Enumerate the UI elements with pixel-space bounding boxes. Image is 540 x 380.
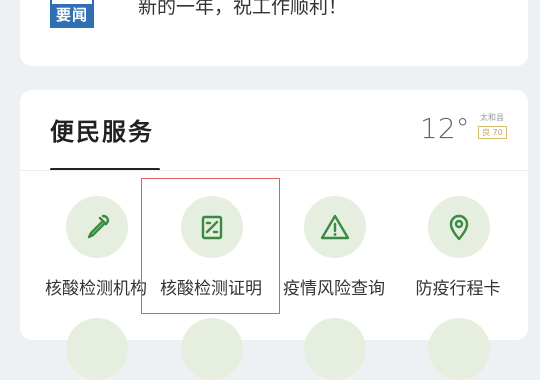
convenience-services-card: 便民服务 12° 太和县 良 70 核酸检测机构 核酸检测证明 疫情风险查询 防… xyxy=(20,90,528,380)
section-divider xyxy=(20,170,528,171)
selection-highlight-box xyxy=(141,178,280,314)
service-label: 防疫行程卡 xyxy=(415,279,501,299)
service-icon-partial[interactable] xyxy=(428,318,490,380)
weather-city: 太和县 xyxy=(480,113,504,122)
news-badge-label: 要闻 xyxy=(52,4,92,26)
news-card[interactable]: 要闻 新的一年，祝工作顺利！ xyxy=(20,0,528,66)
temperature: 12° xyxy=(420,112,470,145)
news-headline[interactable]: 新的一年，祝工作顺利！ xyxy=(138,0,347,19)
location-pin-icon xyxy=(428,196,490,258)
service-tile-travel-card[interactable]: 防疫行程卡 xyxy=(396,190,520,300)
dropper-icon xyxy=(66,196,128,258)
warning-icon xyxy=(304,196,366,258)
service-icon-partial[interactable] xyxy=(66,318,128,380)
service-label: 疫情风险查询 xyxy=(283,279,385,299)
section-title: 便民服务 xyxy=(50,118,154,146)
service-icon-partial[interactable] xyxy=(304,318,366,380)
air-quality-badge: 良 70 xyxy=(478,126,507,139)
news-badge-icon: 要闻 xyxy=(50,0,94,28)
service-tile-risk-query[interactable]: 疫情风险查询 xyxy=(272,190,396,300)
service-icon-partial[interactable] xyxy=(181,318,243,380)
